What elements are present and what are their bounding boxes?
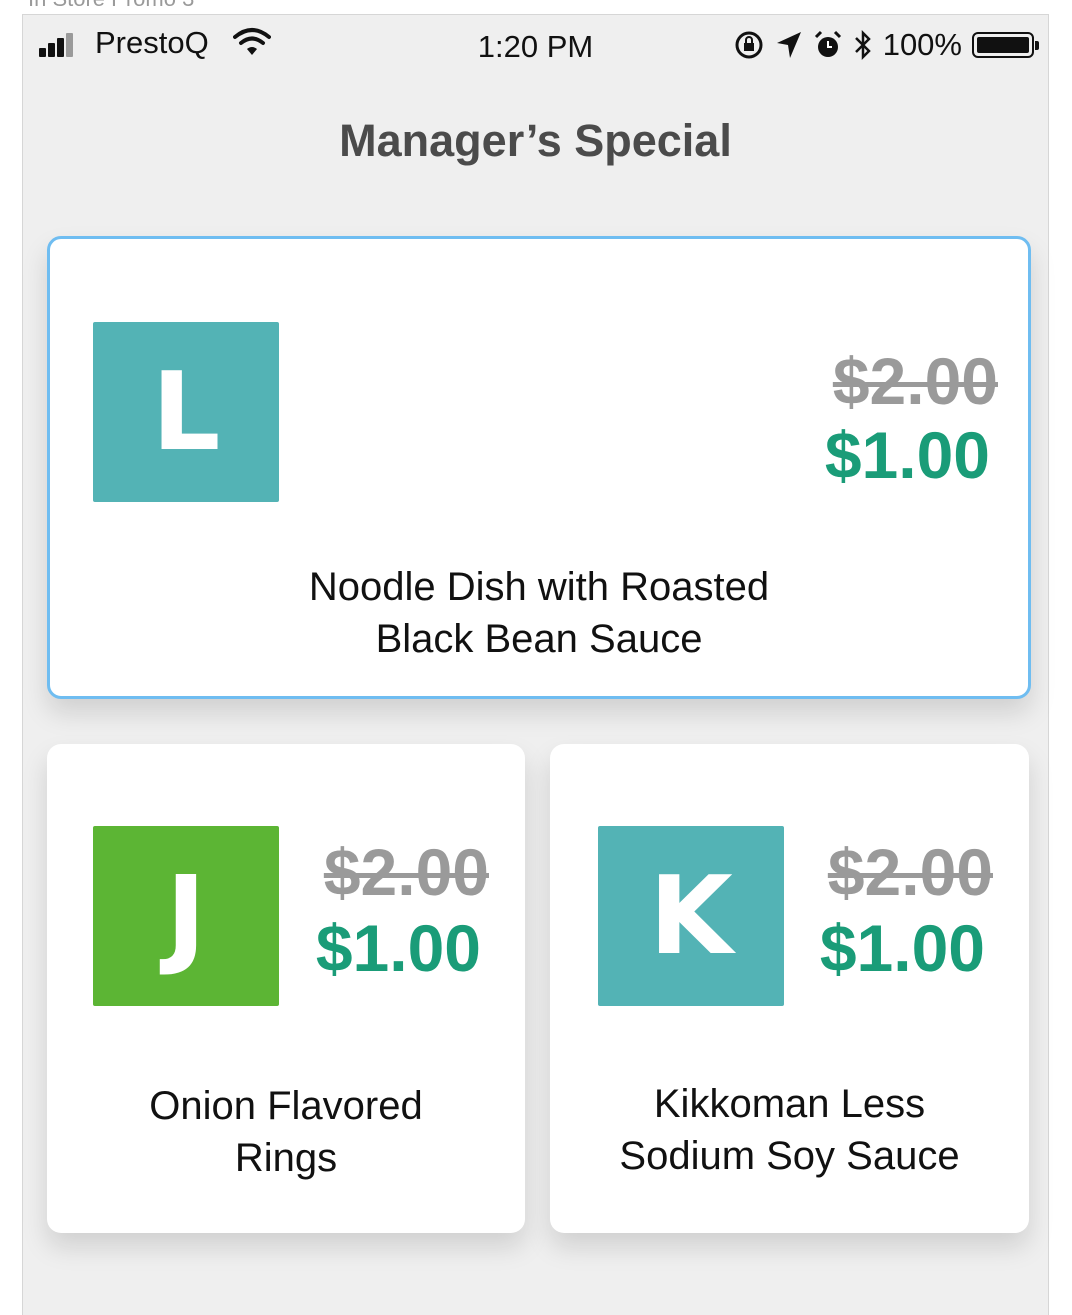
product-name-line1: Kikkoman Less	[653, 1082, 926, 1126]
battery-percent: 100%	[882, 27, 962, 62]
original-price: $2.00	[832, 344, 998, 418]
product-name: Noodle Dish with Roasted Black Bean Sauc…	[50, 561, 1028, 665]
product-name-line2: Black Bean Sauce	[375, 617, 703, 661]
status-indicators: 100%	[733, 27, 1039, 63]
product-name-line1: Onion Flavored	[149, 1084, 423, 1128]
location-arrow-icon	[776, 32, 801, 58]
sale-price: $1.00	[315, 911, 481, 985]
battery-icon	[972, 32, 1039, 58]
product-name-line2: Rings	[234, 1136, 338, 1180]
special-card[interactable]: J $2.00 $1.00 Onion Flavored Rings	[47, 744, 525, 1233]
product-name-line1: Noodle Dish with Roasted	[308, 565, 770, 609]
product-letter-tile: L	[93, 322, 279, 502]
alarm-icon	[814, 30, 841, 57]
original-price: $2.00	[827, 835, 993, 909]
previous-screen-caption: In Store Promo 3	[28, 0, 194, 12]
product-name-line2: Sodium Soy Sauce	[619, 1134, 960, 1178]
special-card-featured[interactable]: L $2.00 $1.00 Noodle Dish with Roasted B…	[47, 236, 1031, 699]
page-title: Manager’s Special	[339, 115, 732, 166]
bluetooth-icon	[854, 29, 871, 61]
product-letter-tile: K	[598, 826, 784, 1006]
rotation-lock-icon	[735, 31, 763, 59]
sale-price: $1.00	[819, 911, 985, 985]
product-name: Kikkoman Less Sodium Soy Sauce	[550, 1078, 1029, 1182]
status-bar: PrestoQ 1:20 PM 100%	[23, 15, 1048, 79]
original-price: $2.00	[323, 835, 489, 909]
sale-price: $1.00	[824, 418, 990, 492]
phone-screen: PrestoQ 1:20 PM 100% Manager’s Special L…	[22, 14, 1049, 1315]
product-name: Onion Flavored Rings	[47, 1080, 525, 1184]
special-card[interactable]: K $2.00 $1.00 Kikkoman Less Sodium Soy S…	[550, 744, 1029, 1233]
product-letter-tile: J	[93, 826, 279, 1006]
